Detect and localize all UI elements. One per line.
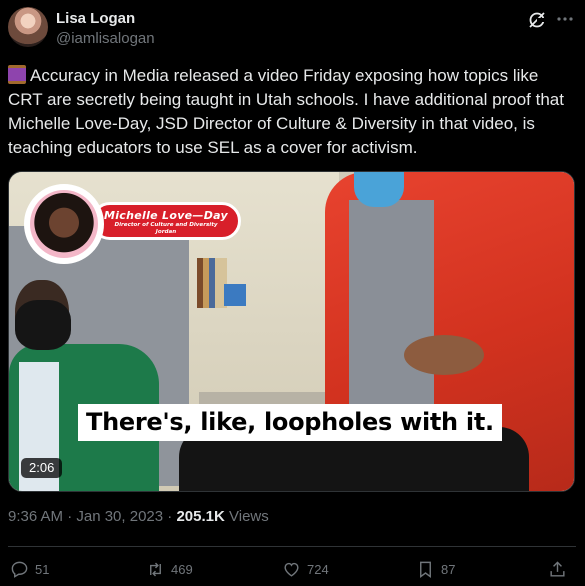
video-person-right-collar: [354, 172, 404, 207]
spool-of-thread-icon: [8, 65, 26, 84]
tweet-meta: 9:36 AM · Jan 30, 2023 · 205.1K Views: [8, 508, 269, 525]
author-name[interactable]: Lisa Logan: [56, 10, 135, 27]
video-hand: [404, 335, 484, 375]
views-count: 205.1K: [176, 508, 225, 525]
video-box: [224, 284, 246, 306]
divider: [8, 546, 576, 547]
action-bar: 51 469 724 87: [8, 558, 576, 582]
avatar[interactable]: [8, 7, 48, 47]
like-button[interactable]: 724: [282, 558, 329, 580]
grok-icon[interactable]: [527, 10, 547, 30]
views-label: Views: [229, 508, 269, 525]
repost-count: 469: [171, 561, 193, 577]
reply-button[interactable]: 51: [10, 558, 49, 580]
video-duration: 2:06: [21, 458, 63, 478]
lower-third-title: Director of Culture and Diversity: [114, 222, 218, 228]
tweet-text: Accuracy in Media released a video Frida…: [8, 64, 574, 160]
video-caption: There's, like, loopholes with it.: [78, 404, 502, 441]
repost-icon: [150, 562, 161, 576]
reply-icon: [11, 561, 28, 578]
tweet-timestamp[interactable]: 9:36 AM · Jan 30, 2023: [8, 508, 163, 525]
tweet-body: Accuracy in Media released a video Frida…: [8, 66, 564, 157]
meta-separator: ·: [167, 508, 173, 525]
video-person-left-mask: [15, 300, 71, 350]
heart-icon: [284, 562, 299, 577]
author-handle[interactable]: @iamlisalogan: [56, 30, 155, 47]
tweet-header: Lisa Logan @iamlisalogan: [8, 7, 577, 51]
bookmark-button[interactable]: 87: [416, 558, 455, 580]
lower-third-org: Jordan: [155, 229, 177, 235]
repost-button[interactable]: 469: [146, 558, 193, 580]
video-player[interactable]: Michelle Love—Day Director of Culture an…: [8, 171, 575, 492]
reply-count: 51: [35, 561, 50, 577]
lower-third-name: Michelle Love—Day: [103, 209, 229, 222]
share-button[interactable]: [548, 558, 573, 580]
bookmark-icon: [420, 561, 431, 578]
inset-portrait-photo: [30, 190, 98, 258]
share-icon: [550, 560, 565, 577]
video-books: [197, 258, 227, 308]
more-icon[interactable]: [555, 9, 575, 29]
lower-third-nameplate: Michelle Love—Day Director of Culture an…: [91, 202, 241, 240]
inset-portrait: [24, 184, 104, 264]
like-count: 724: [307, 561, 329, 577]
bookmark-count: 87: [441, 561, 456, 577]
